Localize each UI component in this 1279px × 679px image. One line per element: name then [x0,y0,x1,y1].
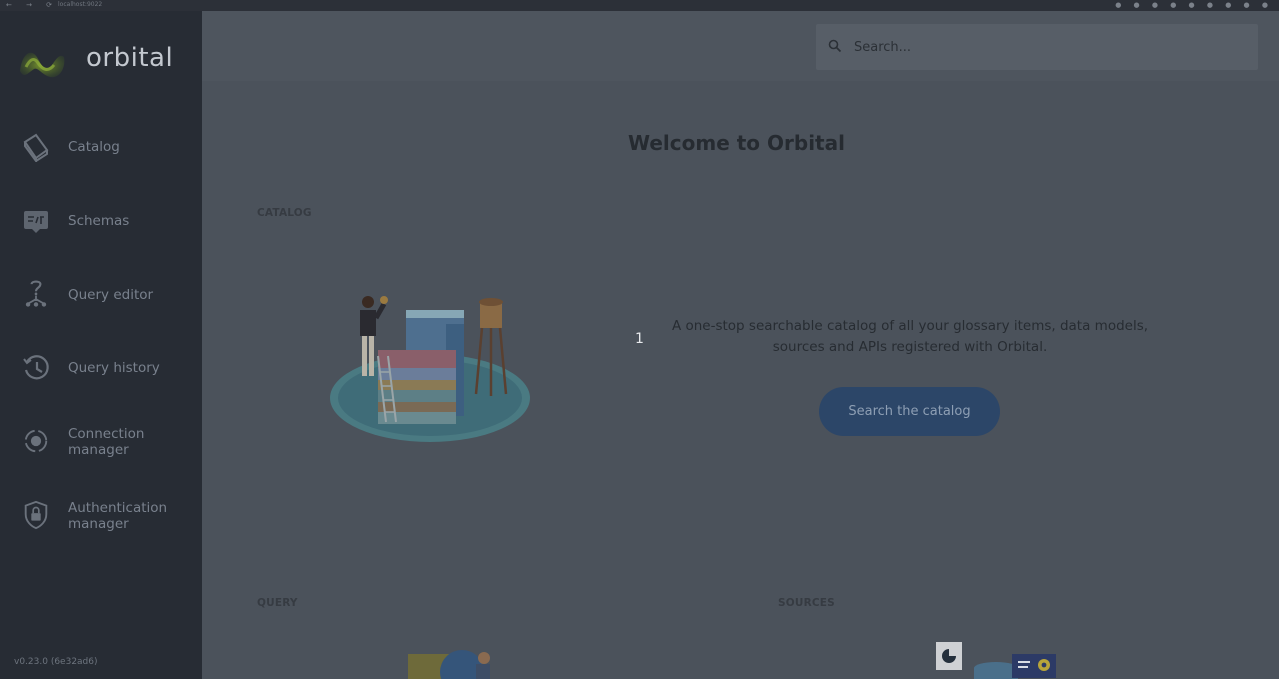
search-box[interactable] [816,24,1258,70]
sidebar-item-label: Schemas [68,213,130,229]
browser-url[interactable]: localhost:9022 [58,0,178,9]
schemas-icon [24,211,48,233]
catalog-book-icon [23,133,49,162]
sidebar-item-label: Catalog [68,139,120,155]
history-clock-icon [23,355,49,380]
shield-lock-icon [24,500,48,530]
search-catalog-button[interactable]: Search the catalog [819,387,1000,436]
search-icon [828,39,842,53]
search-input[interactable] [854,24,1244,70]
sources-illustration [936,642,1056,679]
sidebar-item-query-editor[interactable]: Query editor [0,265,202,325]
sidebar-item-query-history[interactable]: Query history [0,338,202,398]
browser-extension-icons[interactable]: ● ● ● ● ● ● ● ● ● [1115,1,1273,9]
app-logo[interactable]: orbital [16,37,186,87]
sidebar-item-connection-manager[interactable]: Connection manager [0,412,202,472]
sidebar-item-label: Authentication manager [68,500,168,532]
sidebar-item-catalog[interactable]: Catalog [0,117,202,177]
orbital-logo-icon [20,52,65,78]
sidebar-item-label: Query editor [68,287,154,303]
connection-icon [24,429,48,453]
sidebar-item-label: Connection manager [68,426,145,458]
catalog-description: A one-stop searchable catalog of all you… [671,318,1149,355]
carousel-slide-number: 1 [635,331,644,347]
top-header [202,11,1279,81]
browser-nav-icons[interactable]: ← → ⟳ [6,1,58,9]
app-version: v0.23.0 (6e32ad6) [14,657,98,667]
sources-section-label: SOURCES [778,597,835,609]
catalog-section-label: CATALOG [257,207,312,219]
catalog-illustration [330,296,530,442]
browser-toolbar: ← → ⟳ localhost:9022 ● ● ● ● ● ● ● ● ● [0,0,1279,11]
query-section-label: QUERY [257,597,298,609]
query-editor-icon [25,280,47,307]
logo-text: orbital [86,43,174,73]
sidebar: orbital Catalog Schemas Query editor Que… [0,11,202,679]
query-illustration [408,650,490,679]
page-title: Welcome to Orbital [628,131,845,155]
sidebar-item-label: Query history [68,360,160,376]
sidebar-item-schemas[interactable]: Schemas [0,191,202,251]
sidebar-item-authentication-manager[interactable]: Authentication manager [0,486,202,546]
